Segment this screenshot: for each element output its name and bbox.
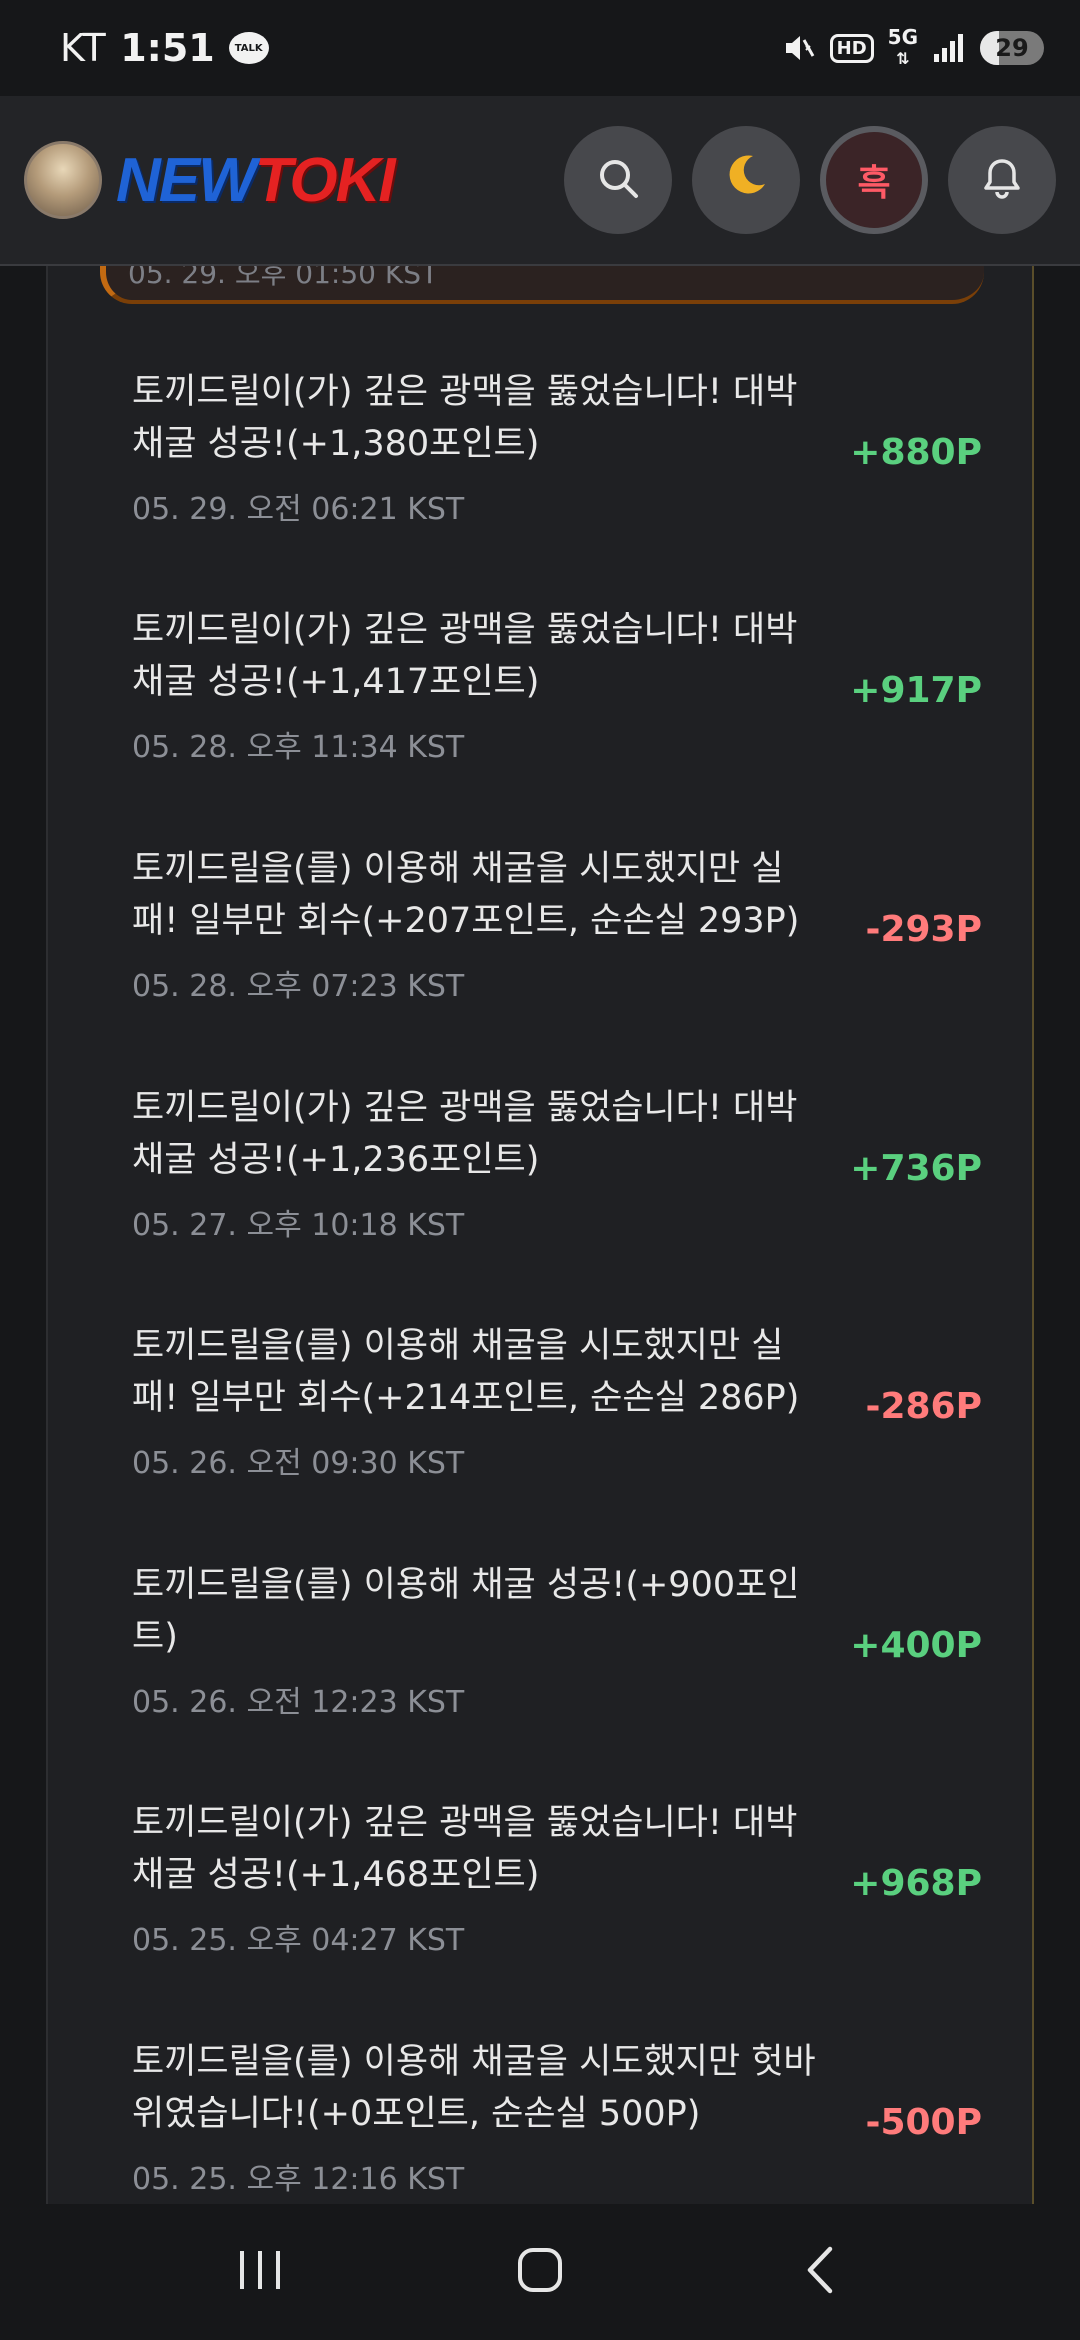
point-history-list: 05. 29. 오후 01:50 KST 토끼드릴이(가) 깊은 광맥을 뚫었습… [46,266,1034,2204]
kakaotalk-notification-icon: TALK [228,32,269,64]
list-item: 토끼드릴을(를) 이용해 채굴을 시도했지만 실패! 일부만 회수(+214포인… [132,1320,1012,1558]
screen: KT 1:51 TALK HD 5G ⇅ 29 NEWTOKI 흑 05. 29… [0,0,1080,2340]
header-actions: 흑 [564,126,1056,234]
entry-date: 05. 25. 오후 12:16 KST [132,2162,465,2197]
entry-date: 05. 28. 오후 07:23 KST [132,969,465,1004]
avatar[interactable] [24,141,102,219]
network-5g-icon: 5G ⇅ [887,25,918,68]
talk-badge-label: TALK [234,42,263,54]
entry-amount: +917P [850,670,982,711]
entry-message: 토끼드릴이(가) 깊은 광맥을 뚫었습니다! 대박 채굴 성공!(+1,236포… [132,1088,798,1180]
battery-level: 29 [995,34,1029,62]
battery-icon: 29 [980,31,1044,65]
recent-apps-button[interactable] [210,2232,310,2312]
list-item: 토끼드릴을(를) 이용해 채굴을 시도했지만 실패! 일부만 회수(+207포인… [132,843,1012,1081]
logo-new: NEW [116,145,257,215]
notification-button[interactable] [948,126,1056,234]
entry-message: 토끼드릴을(를) 이용해 채굴 성공!(+900포인트) [132,1565,800,1657]
list-item: 토끼드릴이(가) 깊은 광맥을 뚫었습니다! 대박 채굴 성공!(+1,468포… [132,1797,1012,2035]
entry-date: 05. 29. 오전 06:21 KST [132,492,465,527]
entry-amount: +400P [850,1625,982,1666]
carrier-label: KT [60,26,107,70]
network-label: 5G [887,25,918,49]
entry-amount: +880P [850,432,982,473]
entry-message: 토끼드릴을(를) 이용해 채굴을 시도했지만 헛바위였습니다!(+0포인트, 순… [132,2042,816,2134]
dark-mode-button[interactable] [692,126,800,234]
mute-icon [782,31,816,65]
back-button[interactable] [770,2232,870,2312]
entry-message: 토끼드릴이(가) 깊은 광맥을 뚫었습니다! 대박 채굴 성공!(+1,417포… [132,610,798,702]
hd-voice-icon: HD [829,33,874,63]
bell-icon [979,155,1025,205]
list-item: 토끼드릴을(를) 이용해 채굴을 시도했지만 헛바위였습니다!(+0포인트, 순… [132,2036,1012,2204]
list-item: 토끼드릴이(가) 깊은 광맥을 뚫었습니다! 대박 채굴 성공!(+1,417포… [132,604,1012,842]
entry-date: 05. 27. 오후 10:18 KST [132,1208,465,1243]
status-bar: KT 1:51 TALK HD 5G ⇅ 29 [0,0,1080,96]
clock: 1:51 [120,26,215,70]
signal-icon [932,32,966,64]
list-item: 토끼드릴을(를) 이용해 채굴 성공!(+900포인트) 05. 26. 오전 … [132,1559,1012,1797]
list-item: 토끼드릴이(가) 깊은 광맥을 뚫었습니다! 대박 채굴 성공!(+1,380포… [132,366,1012,604]
list-item: 토끼드릴이(가) 깊은 광맥을 뚫었습니다! 대박 채굴 성공!(+1,236포… [132,1082,1012,1320]
ink-button[interactable]: 흑 [820,126,928,234]
entry-amount: -500P [865,2102,982,2143]
entry-message: 토끼드릴이(가) 깊은 광맥을 뚫었습니다! 대박 채굴 성공!(+1,380포… [132,372,798,464]
app-header: NEWTOKI 흑 [0,96,1080,266]
search-icon [594,154,642,206]
back-icon [800,2245,840,2299]
site-logo[interactable]: NEWTOKI [116,145,396,216]
status-icons: HD 5G ⇅ 29 [782,27,1044,69]
home-icon [516,2246,564,2298]
entry-date: 05. 26. 오전 09:30 KST [132,1446,465,1481]
moon-icon [723,152,769,209]
entry-amount: -286P [865,1386,982,1427]
logo-toki: TOKI [254,145,396,215]
system-nav-bar [0,2204,1080,2340]
search-button[interactable] [564,126,672,234]
entry-message: 토끼드릴을(를) 이용해 채굴을 시도했지만 실패! 일부만 회수(+214포인… [132,1326,800,1418]
entry-amount: +736P [850,1148,982,1189]
entry-message: 토끼드릴을(를) 이용해 채굴을 시도했지만 실패! 일부만 회수(+207포인… [132,849,800,941]
entry-date: 05. 26. 오전 12:23 KST [132,1685,465,1720]
entry-amount: -293P [865,909,982,950]
entry-message: 토끼드릴이(가) 깊은 광맥을 뚫었습니다! 대박 채굴 성공!(+1,468포… [132,1803,798,1895]
entry-date: 05. 25. 오후 04:27 KST [132,1923,465,1958]
home-button[interactable] [490,2232,590,2312]
recent-apps-icon [236,2247,284,2297]
ink-label: 흑 [857,163,891,204]
entry-date: 05. 28. 오후 11:34 KST [132,730,465,765]
entry-amount: +968P [850,1863,982,1904]
